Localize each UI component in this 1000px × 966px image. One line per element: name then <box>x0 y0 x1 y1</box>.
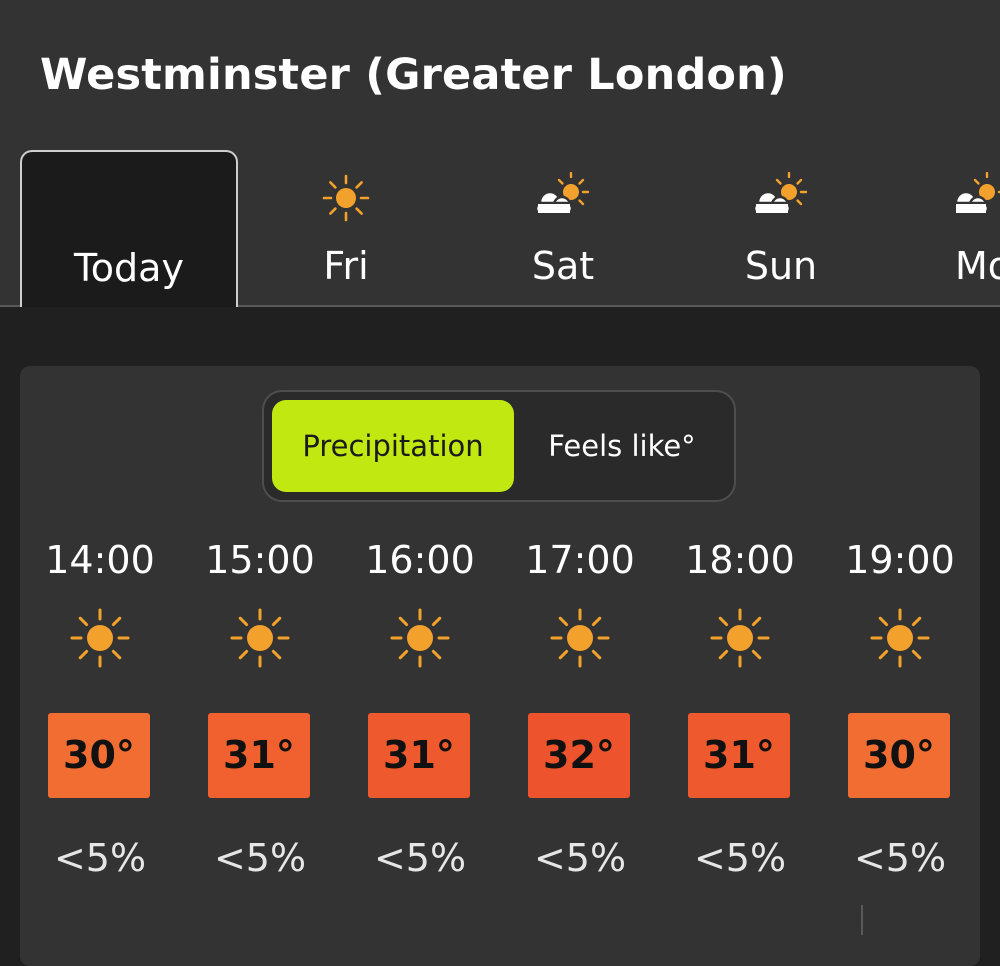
tab-today[interactable]: Today <box>20 150 238 307</box>
tab-label: Mo <box>956 244 1000 288</box>
header: Westminster (Greater London) Today Fri S… <box>0 0 1000 307</box>
hour-column[interactable]: 15:00 31° <5% <box>180 530 340 890</box>
temperature-badge: 31° <box>368 713 470 798</box>
precipitation-chance: <5% <box>373 836 467 880</box>
tab-sat[interactable]: Sat <box>454 150 672 307</box>
temperature-badge: 30° <box>48 713 150 798</box>
sun-icon <box>388 606 452 670</box>
sun-behind-cloud-icon <box>956 171 1000 222</box>
sun-icon <box>868 606 932 670</box>
hour-time: 15:00 <box>205 538 315 582</box>
temperature-badge: 31° <box>208 713 310 798</box>
precipitation-chance: <5% <box>853 836 947 880</box>
hour-column[interactable]: 16:00 31° <5% <box>340 530 500 890</box>
sun-icon <box>237 172 455 222</box>
precipitation-toggle-button[interactable]: Precipitation <box>272 400 514 492</box>
hour-time: 19:00 <box>845 538 955 582</box>
tab-label: Fri <box>323 244 369 288</box>
sun-behind-cloud-icon <box>672 171 890 222</box>
hour-column[interactable]: 17:00 32° <5% <box>500 530 660 890</box>
tab-label: Sun <box>744 244 818 288</box>
page-title: Westminster (Greater London) <box>40 50 787 100</box>
sun-icon <box>708 606 772 670</box>
precipitation-chance: <5% <box>213 836 307 880</box>
tab-sun[interactable]: Sun <box>672 150 890 307</box>
hour-time: 16:00 <box>365 538 475 582</box>
tab-fri[interactable]: Fri <box>237 150 455 307</box>
divider <box>861 905 863 935</box>
view-toggle: Precipitation Feels like° <box>262 390 736 502</box>
hour-column[interactable]: 19:00 30° <5% <box>820 530 980 890</box>
hour-time: 14:00 <box>45 538 155 582</box>
tab-mon[interactable]: Mo <box>956 150 1000 307</box>
sun-icon <box>548 606 612 670</box>
sun-behind-cloud-icon <box>454 171 672 222</box>
temperature-badge: 30° <box>848 713 950 798</box>
sun-icon <box>228 606 292 670</box>
hour-column[interactable]: 18:00 31° <5% <box>660 530 820 890</box>
precipitation-chance: <5% <box>533 836 627 880</box>
tab-label: Today <box>74 246 184 290</box>
temperature-badge: 32° <box>528 713 630 798</box>
hour-time: 17:00 <box>525 538 635 582</box>
sun-icon <box>68 606 132 670</box>
temperature-badge: 31° <box>688 713 790 798</box>
tab-label: Sat <box>531 244 595 288</box>
precipitation-chance: <5% <box>53 836 147 880</box>
feels-like-toggle-button[interactable]: Feels like° <box>516 400 728 492</box>
hour-time: 18:00 <box>685 538 795 582</box>
hour-column[interactable]: 14:00 30° <5% <box>20 530 180 890</box>
precipitation-chance: <5% <box>693 836 787 880</box>
